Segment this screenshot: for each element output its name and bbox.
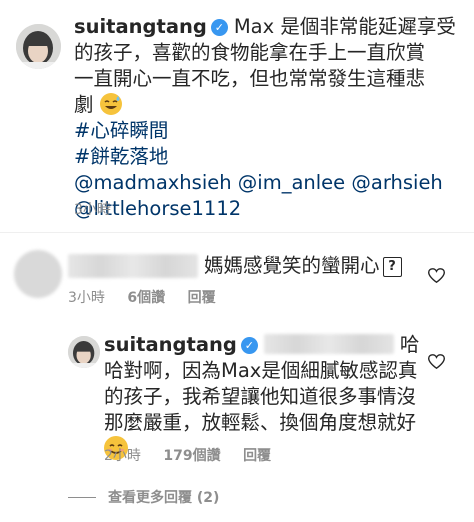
like-comment1-heart-icon[interactable] xyxy=(428,268,445,283)
sweat-smile-emoji-icon xyxy=(99,93,122,115)
verified-badge-icon: ✓ xyxy=(210,19,228,36)
hashtag-2[interactable]: #餅乾落地 xyxy=(74,144,464,170)
caption-username[interactable]: suitangtang xyxy=(74,15,207,38)
avatar-commenter-blurred[interactable] xyxy=(14,250,62,298)
comment1-text-block: 媽媽感覺笑的蠻開心? xyxy=(204,253,402,279)
reply1-meta: 2小時 179個讚 回覆 xyxy=(104,445,271,465)
comment1-reply-button[interactable]: 回覆 xyxy=(188,290,216,306)
reply1-reply-button[interactable]: 回覆 xyxy=(243,448,271,464)
view-more-line xyxy=(68,497,96,498)
comment1-text: 媽媽感覺笑的蠻開心 xyxy=(204,254,380,277)
avatar-suitangtang-reply[interactable] xyxy=(68,336,100,368)
mentions-line-1[interactable]: @madmaxhsieh @im_anlee @arhsieh xyxy=(74,170,464,196)
like-reply1-heart-icon[interactable] xyxy=(428,354,445,369)
caption-line-1: Max 是個非常能延遲享受 xyxy=(233,15,456,38)
reply1-time[interactable]: 2小時 xyxy=(104,448,141,464)
hashtag-1[interactable]: #心碎瞬間 xyxy=(74,118,464,144)
unknown-glyph-box: ? xyxy=(382,257,402,277)
commenter-username-blurred[interactable] xyxy=(68,254,198,278)
reply1-line-4: 那麼嚴重，放輕鬆、換個角度想就好 xyxy=(104,411,417,434)
comment1-meta: 3小時 6個讚 回覆 xyxy=(68,287,216,307)
divider xyxy=(0,232,474,233)
comment1-likes[interactable]: 6個讚 xyxy=(127,290,165,306)
verified-badge-icon: ✓ xyxy=(240,337,258,354)
comment1-time[interactable]: 3小時 xyxy=(68,290,105,306)
caption-line-4: 劇 xyxy=(74,93,94,116)
profile-photo xyxy=(16,24,61,69)
reply1-likes[interactable]: 179個讚 xyxy=(163,448,220,464)
reply1-username[interactable]: suitangtang xyxy=(104,333,237,356)
reply1-line-2: 哈對啊，因為Max是個細膩敏感認真 xyxy=(104,359,418,382)
view-more-replies-button[interactable]: 查看更多回覆 (2) xyxy=(108,487,219,507)
mentioned-user-blurred[interactable] xyxy=(263,334,394,354)
avatar-suitangtang[interactable] xyxy=(16,24,61,69)
mentions-line-2[interactable]: @littlehorse1112 xyxy=(74,196,464,222)
reply1-block: suitangtang ✓ 哈 哈對啊，因為Max是個細膩敏感認真 的孩子，我希望讓… xyxy=(104,332,424,463)
reply1-line-1: 哈 xyxy=(399,333,420,356)
profile-photo-small xyxy=(68,336,100,368)
caption-line-2: 的孩子，喜歡的食物能拿在手上一直欣賞 xyxy=(74,41,426,64)
reply1-line-3: 的孩子，我希望讓他知道很多事情沒 xyxy=(104,385,417,408)
caption-block: suitangtang ✓ Max 是個非常能延遲享受 的孩子，喜歡的食物能拿在手上… xyxy=(74,14,464,222)
caption-time[interactable]: 3小時 xyxy=(74,199,111,219)
caption-line-3: 一直開心一直不吃，但也常常發生這種悲 xyxy=(74,67,426,90)
